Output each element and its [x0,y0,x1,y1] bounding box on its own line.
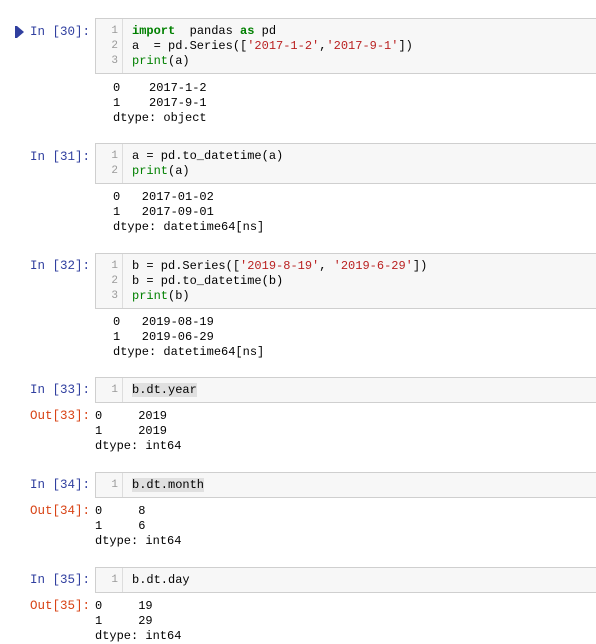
code-input[interactable]: 1 a = pd.to_datetime(a) 2 print(a) [95,143,596,184]
input-prompt: In [31]: [29,150,90,164]
code-token: ]) [412,259,428,273]
output-line: dtype: int64 [95,439,182,453]
code-token: pd [254,24,277,38]
line-number: 1 [111,384,118,396]
output-line: 1 2019 [95,424,168,438]
line-number: 1 [111,574,118,586]
input-prompt: In [33]: [29,383,90,397]
output-line: 0 2019-08-19 [113,315,214,329]
cell-output: 0 19 1 29 dtype: int64 [95,599,181,644]
output-line: dtype: int64 [95,534,182,548]
code-input[interactable]: 1 b.dt.month [95,472,596,498]
output-line: 0 2017-1-2 [113,81,207,95]
code-text: a = pd.Series(['2017-1-2','2017-9-1']) [132,39,413,54]
code-line[interactable]: 3 print(b) [96,289,596,304]
line-number: 2 [111,275,118,287]
line-number: 1 [111,479,118,491]
code-line[interactable]: 1 b.dt.month [96,478,596,493]
code-line[interactable]: 1 b.dt.year [96,383,596,398]
output-line: 0 19 [95,599,153,613]
output-line: 1 2017-9-1 [113,96,207,110]
code-token: as [240,24,255,38]
code-token: ]) [398,39,413,53]
code-text: b = pd.Series(['2019-8-19', '2019-6-29']… [132,259,427,274]
code-token: pandas [175,24,241,38]
output-line: dtype: datetime64[ns] [113,345,265,359]
code-text: print(a) [132,54,190,69]
output-line: 0 2019 [95,409,168,423]
code-token: '2019-6-29' [333,259,413,273]
line-number: 1 [111,150,118,162]
code-text: b.dt.year [132,383,197,398]
code-text: b.dt.month [132,478,205,493]
code-token: '2017-9-1' [326,39,399,53]
code-token: (a) [168,164,190,178]
code-line[interactable]: 1 b.dt.day [96,573,596,588]
code-input[interactable]: 1 b.dt.day [95,567,596,593]
code-token: a = pd.Series([ [132,39,248,53]
code-text: b.dt.day [132,573,190,588]
code-token: print [132,54,169,68]
code-line[interactable]: 1 import pandas as pd [96,24,596,39]
code-token: print [132,289,169,303]
output-line: dtype: object [113,111,207,125]
output-prompt: Out[34]: [29,504,90,518]
code-token: a = pd.to_datetime(a) [132,149,284,163]
code-token: import [132,24,176,38]
code-token: b.dt.year [132,383,197,397]
output-line: dtype: datetime64[ns] [113,220,265,234]
line-number: 2 [111,165,118,177]
code-text: b = pd.to_datetime(b) [132,274,283,289]
code-line[interactable]: 3 print(a) [96,54,596,69]
code-token: b = pd.Series([ [132,259,241,273]
code-token: b = pd.to_datetime(b) [132,274,284,288]
output-line: 1 6 [95,519,146,533]
output-line: 0 8 [95,504,146,518]
code-token: , [319,259,334,273]
code-token: '2019-8-19' [240,259,320,273]
code-line[interactable]: 2 b = pd.to_datetime(b) [96,274,596,289]
output-line: 1 2019-06-29 [113,330,214,344]
input-prompt: In [30]: [29,25,90,39]
line-number: 1 [111,260,118,272]
code-text: print(a) [132,164,190,179]
line-number: 3 [111,290,118,302]
code-token: b.dt.month [132,478,205,492]
output-prompt: Out[33]: [29,409,90,423]
code-token: b.dt.day [132,573,190,587]
output-prompt: Out[35]: [29,599,90,613]
code-input[interactable]: 1 b = pd.Series(['2019-8-19', '2019-6-29'… [95,253,596,309]
code-line[interactable]: 2 print(a) [96,164,596,179]
input-prompt: In [35]: [29,573,90,587]
cell-output: 0 2019 1 2019 dtype: int64 [95,409,181,454]
code-token: '2017-1-2' [247,39,320,53]
line-number: 3 [111,55,118,67]
cell-output: 0 2017-1-2 1 2017-9-1 dtype: object [113,81,207,126]
code-text: a = pd.to_datetime(a) [132,149,283,164]
code-line[interactable]: 2 a = pd.Series(['2017-1-2','2017-9-1']) [96,39,596,54]
cell-output: 0 2017-01-02 1 2017-09-01 dtype: datetime6… [113,190,264,235]
code-token: print [132,164,169,178]
output-line: 0 2017-01-02 [113,190,214,204]
code-line[interactable]: 1 a = pd.to_datetime(a) [96,149,596,164]
input-prompt: In [32]: [29,259,90,273]
code-input[interactable]: 1 import pandas as pd 2 a = pd.Series(['201… [95,18,596,74]
line-number: 1 [111,25,118,37]
code-text: import pandas as pd [132,24,276,39]
code-token: (b) [168,289,190,303]
input-prompt: In [34]: [29,478,90,492]
output-line: 1 29 [95,614,153,628]
code-text: print(b) [132,289,190,304]
cell-output: 0 81 6 dtype: int64 [95,504,181,549]
cell-output: 0 2019-08-19 1 2019-06-29 dtype: datetime6… [113,315,264,360]
line-number: 2 [111,40,118,52]
code-line[interactable]: 1 b = pd.Series(['2019-8-19', '2019-6-29'… [96,259,596,274]
code-input[interactable]: 1 b.dt.year [95,377,596,403]
output-line: 1 2017-09-01 [113,205,214,219]
code-token: (a) [168,54,190,68]
